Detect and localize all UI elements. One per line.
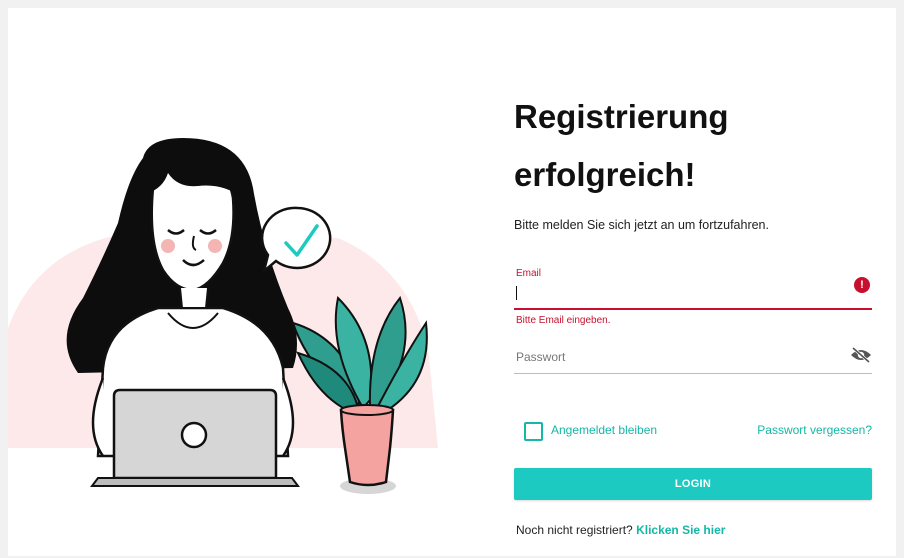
login-button[interactable]: LOGIN bbox=[514, 468, 872, 500]
woman-laptop-illustration bbox=[8, 138, 438, 494]
forgot-password-link[interactable]: Passwort vergessen? bbox=[757, 423, 872, 437]
password-field[interactable]: Passwort bbox=[514, 338, 872, 374]
exclamation-icon: ! bbox=[854, 277, 870, 293]
page-title: Registrierung erfolgreich! bbox=[514, 88, 729, 204]
title-line-2: erfolgreich! bbox=[514, 156, 696, 193]
email-field[interactable]: Email ! bbox=[514, 264, 872, 310]
login-card: Registrierung erfolgreich! Bitte melden … bbox=[8, 8, 896, 556]
password-placeholder: Passwort bbox=[516, 350, 566, 364]
subtitle: Bitte melden Sie sich jetzt an um fortzu… bbox=[514, 218, 769, 232]
register-link[interactable]: Klicken Sie hier bbox=[636, 523, 725, 537]
login-form: Registrierung erfolgreich! Bitte melden … bbox=[514, 8, 884, 556]
remember-me-checkbox[interactable] bbox=[524, 422, 543, 441]
email-error-message: Bitte Email eingeben. bbox=[516, 315, 611, 326]
email-label: Email bbox=[516, 268, 542, 279]
register-row: Noch nicht registriert? Klicken Sie hier bbox=[516, 523, 725, 537]
title-line-1: Registrierung bbox=[514, 98, 729, 135]
register-prompt: Noch nicht registriert? bbox=[516, 523, 633, 537]
text-caret bbox=[516, 286, 517, 300]
remember-me-label[interactable]: Angemeldet bleiben bbox=[551, 423, 657, 437]
eye-slash-icon[interactable] bbox=[850, 347, 872, 363]
